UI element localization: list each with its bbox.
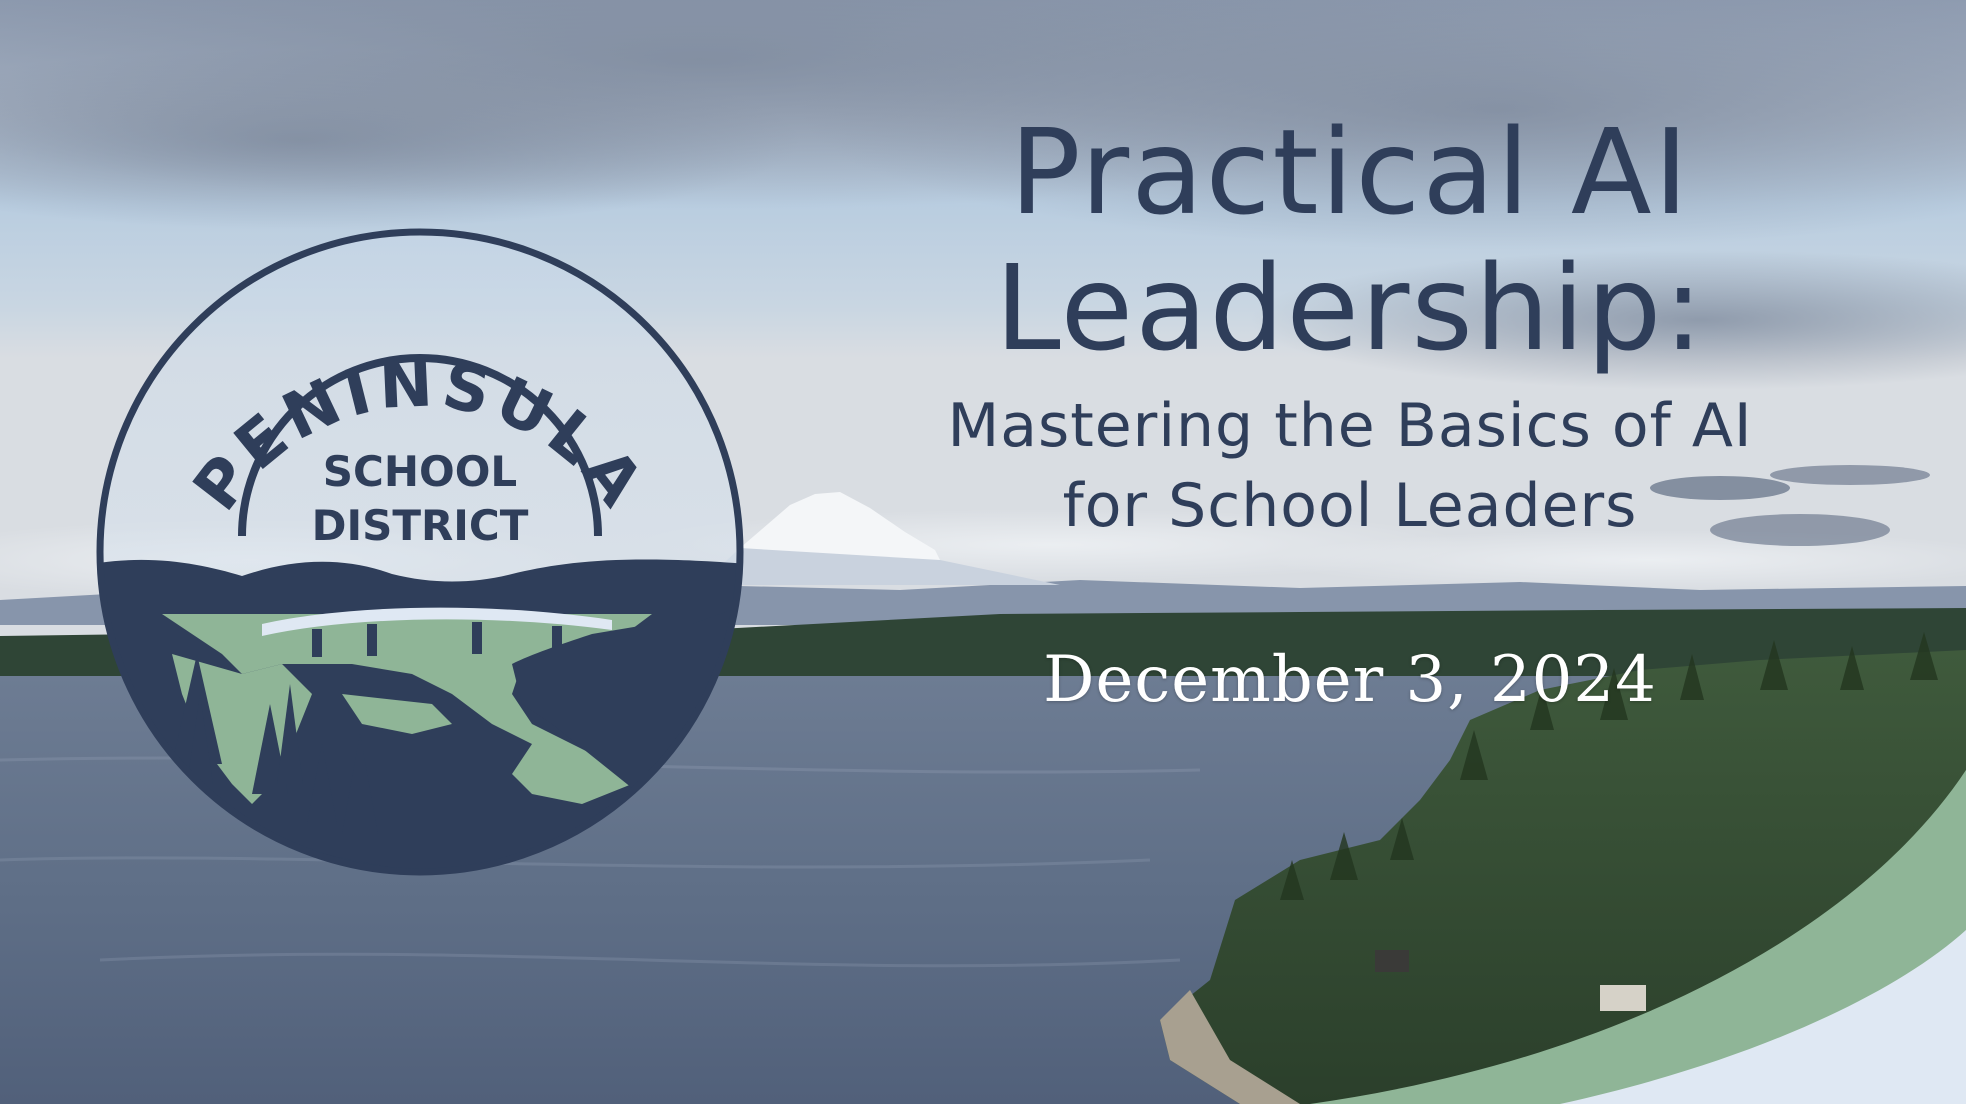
slide-subtitle-line-2: for School Leaders [1062, 471, 1638, 541]
slide-subtitle: Mastering the Basics of AI for School Le… [860, 386, 1840, 546]
title-block: Practical AI Leadership: Mastering the B… [860, 104, 1840, 546]
peninsula-school-district-logo: PENINSULA SCHOOL DISTRICT [96, 228, 744, 876]
title-slide: PENINSULA SCHOOL DISTRICT Practical AI L… [0, 0, 1966, 1104]
slide-title-line-1: Practical AI [1009, 103, 1691, 241]
slide-subtitle-line-1: Mastering the Basics of AI [947, 391, 1753, 461]
svg-text:SCHOOL: SCHOOL [323, 447, 517, 496]
presentation-date: December 3, 2024 [1043, 643, 1657, 717]
slide-title-line-2: Leadership: [994, 239, 1706, 377]
svg-text:DISTRICT: DISTRICT [312, 501, 529, 550]
